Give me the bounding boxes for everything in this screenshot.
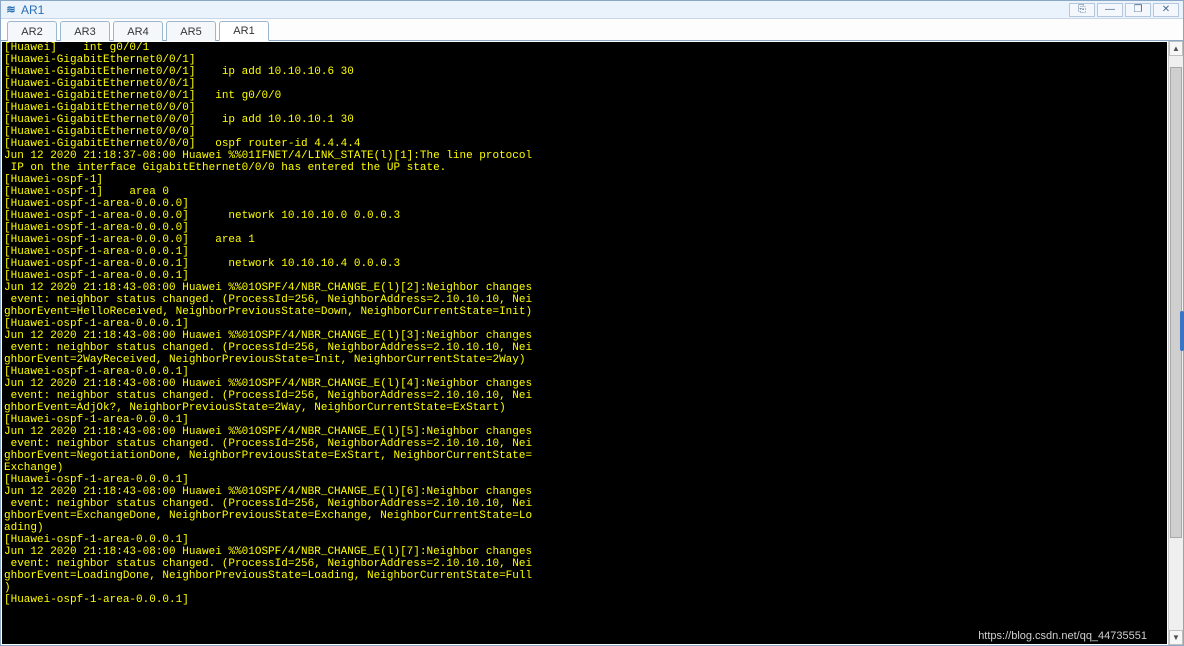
terminal-line: [Huawei-ospf-1-area-0.0.0.1]: [4, 318, 1165, 330]
window-edge-handle[interactable]: [1180, 311, 1184, 351]
tab-ar5[interactable]: AR5: [166, 21, 216, 41]
scroll-down-button[interactable]: ▼: [1169, 630, 1183, 645]
terminal-line: [Huawei-ospf-1-area-0.0.0.0] network 10.…: [4, 210, 1165, 222]
app-icon: ≋: [5, 4, 17, 16]
terminal-line: ghborEvent=LoadingDone, NeighborPrevious…: [4, 570, 1165, 582]
terminal-line: event: neighbor status changed. (Process…: [4, 294, 1165, 306]
terminal-line: ghborEvent=HelloReceived, NeighborPrevio…: [4, 306, 1165, 318]
terminal-line: Jun 12 2020 21:18:37-08:00 Huawei %%01IF…: [4, 150, 1165, 162]
terminal-line: Jun 12 2020 21:18:43-08:00 Huawei %%01OS…: [4, 426, 1165, 438]
scroll-thumb[interactable]: [1170, 67, 1182, 538]
terminal-line: [Huawei-GigabitEthernet0/0/1]: [4, 78, 1165, 90]
terminal-line: [Huawei] int g0/0/1: [4, 42, 1165, 54]
terminal-line: event: neighbor status changed. (Process…: [4, 558, 1165, 570]
terminal-line: IP on the interface GigabitEthernet0/0/0…: [4, 162, 1165, 174]
terminal-line: Exchange): [4, 462, 1165, 474]
terminal-line: ghborEvent=ExchangeDone, NeighborPreviou…: [4, 510, 1165, 522]
terminal-line: [Huawei-ospf-1-area-0.0.0.1]: [4, 594, 1165, 606]
terminal-line: [Huawei-ospf-1-area-0.0.0.1]: [4, 246, 1165, 258]
window-title: AR1: [21, 3, 44, 17]
terminal-line: [Huawei-ospf-1-area-0.0.0.0] area 1: [4, 234, 1165, 246]
scroll-up-button[interactable]: ▲: [1169, 41, 1183, 56]
terminal-line: [Huawei-ospf-1-area-0.0.0.1]: [4, 366, 1165, 378]
close-button[interactable]: ✕: [1153, 3, 1179, 17]
maximize-button[interactable]: ❐: [1125, 3, 1151, 17]
terminal-line: [Huawei-ospf-1]: [4, 174, 1165, 186]
tab-ar1[interactable]: AR1: [219, 21, 269, 41]
terminal-line: ading): [4, 522, 1165, 534]
terminal-line: [Huawei-ospf-1] area 0: [4, 186, 1165, 198]
terminal-line: event: neighbor status changed. (Process…: [4, 342, 1165, 354]
terminal-line: ghborEvent=NegotiationDone, NeighborPrev…: [4, 450, 1165, 462]
terminal-line: [Huawei-GigabitEthernet0/0/0]: [4, 126, 1165, 138]
terminal-line: [Huawei-GigabitEthernet0/0/0] ospf route…: [4, 138, 1165, 150]
terminal-line: event: neighbor status changed. (Process…: [4, 438, 1165, 450]
terminal-line: [Huawei-ospf-1-area-0.0.0.1]: [4, 474, 1165, 486]
terminal-line: [Huawei-ospf-1-area-0.0.0.0]: [4, 222, 1165, 234]
terminal-line: ghborEvent=2WayReceived, NeighborPreviou…: [4, 354, 1165, 366]
terminal-line: Jun 12 2020 21:18:43-08:00 Huawei %%01OS…: [4, 378, 1165, 390]
terminal-line: ): [4, 582, 1165, 594]
tab-ar4[interactable]: AR4: [113, 21, 163, 41]
terminal-line: [Huawei-GigabitEthernet0/0/1] ip add 10.…: [4, 66, 1165, 78]
terminal-line: [Huawei-ospf-1-area-0.0.0.1] network 10.…: [4, 258, 1165, 270]
terminal-line: event: neighbor status changed. (Process…: [4, 390, 1165, 402]
terminal-line: [Huawei-GigabitEthernet0/0/0]: [4, 102, 1165, 114]
terminal-output[interactable]: [Huawei] int g0/0/1[Huawei-GigabitEthern…: [2, 42, 1167, 606]
terminal-line: [Huawei-ospf-1-area-0.0.0.1]: [4, 270, 1165, 282]
watermark: https://blog.csdn.net/qq_44735551: [978, 630, 1147, 642]
terminal-line: [Huawei-GigabitEthernet0/0/1]: [4, 54, 1165, 66]
terminal-line: ghborEvent=AdjOk?, NeighborPreviousState…: [4, 402, 1165, 414]
terminal-line: [Huawei-ospf-1-area-0.0.0.1]: [4, 414, 1165, 426]
terminal-line: [Huawei-GigabitEthernet0/0/1] int g0/0/0: [4, 90, 1165, 102]
tab-ar2[interactable]: AR2: [7, 21, 57, 41]
terminal-line: Jun 12 2020 21:18:43-08:00 Huawei %%01OS…: [4, 330, 1165, 342]
terminal-line: Jun 12 2020 21:18:43-08:00 Huawei %%01OS…: [4, 282, 1165, 294]
terminal-wrap[interactable]: [Huawei] int g0/0/1[Huawei-GigabitEthern…: [2, 42, 1167, 644]
terminal-line: Jun 12 2020 21:18:43-08:00 Huawei %%01OS…: [4, 546, 1165, 558]
minimize-button[interactable]: —: [1097, 3, 1123, 17]
terminal-line: [Huawei-ospf-1-area-0.0.0.1]: [4, 534, 1165, 546]
pin-button[interactable]: ⎘: [1069, 3, 1095, 17]
titlebar[interactable]: ≋ AR1 ⎘ — ❐ ✕: [1, 1, 1183, 19]
tab-ar3[interactable]: AR3: [60, 21, 110, 41]
window-buttons: ⎘ — ❐ ✕: [1067, 3, 1179, 17]
terminal-line: Jun 12 2020 21:18:43-08:00 Huawei %%01OS…: [4, 486, 1165, 498]
terminal-line: event: neighbor status changed. (Process…: [4, 498, 1165, 510]
terminal-line: [Huawei-ospf-1-area-0.0.0.0]: [4, 198, 1165, 210]
client-area: [Huawei] int g0/0/1[Huawei-GigabitEthern…: [1, 41, 1183, 645]
tab-bar: AR2 AR3 AR4 AR5 AR1: [1, 19, 1183, 41]
terminal-line: [Huawei-GigabitEthernet0/0/0] ip add 10.…: [4, 114, 1165, 126]
